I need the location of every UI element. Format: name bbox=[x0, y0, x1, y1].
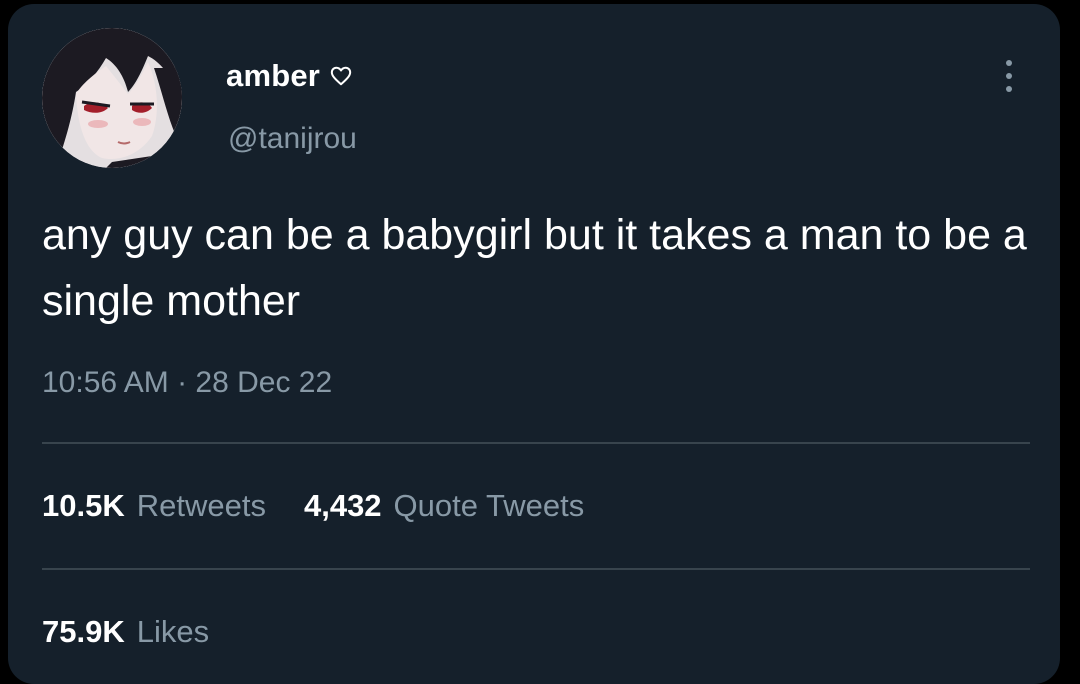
more-options-icon[interactable] bbox=[994, 54, 1024, 98]
likes-stats-row: 75.9K Likes bbox=[42, 614, 209, 650]
avatar[interactable] bbox=[42, 28, 182, 168]
tweet-timestamp[interactable]: 10:56 AM · 28 Dec 22 bbox=[42, 366, 332, 400]
retweets-count: 10.5K bbox=[42, 488, 125, 523]
likes-count: 75.9K bbox=[42, 614, 125, 649]
tweet-card: amber @tanijrou any guy can be a babygir… bbox=[8, 4, 1060, 684]
retweets-label: Retweets bbox=[136, 488, 266, 523]
engagement-stats-row: 10.5K Retweets 4,432 Quote Tweets bbox=[42, 488, 584, 524]
quote-tweets-stat[interactable]: 4,432 Quote Tweets bbox=[304, 488, 584, 524]
heart-outline-icon bbox=[330, 66, 352, 86]
quote-tweets-count: 4,432 bbox=[303, 488, 382, 523]
retweets-stat[interactable]: 10.5K Retweets bbox=[42, 488, 266, 524]
avatar-image bbox=[42, 28, 182, 168]
tweet-text: any guy can be a babygirl but it takes a… bbox=[42, 211, 1027, 325]
quote-tweets-label: Quote Tweets bbox=[393, 488, 585, 523]
display-name-text: amber bbox=[226, 58, 321, 93]
likes-stat[interactable]: 75.9K Likes bbox=[42, 614, 209, 650]
divider bbox=[42, 568, 1030, 570]
likes-label: Likes bbox=[136, 614, 210, 649]
display-name[interactable]: amber bbox=[226, 58, 352, 94]
user-handle[interactable]: @tanijrou bbox=[228, 122, 357, 156]
divider bbox=[42, 442, 1030, 444]
